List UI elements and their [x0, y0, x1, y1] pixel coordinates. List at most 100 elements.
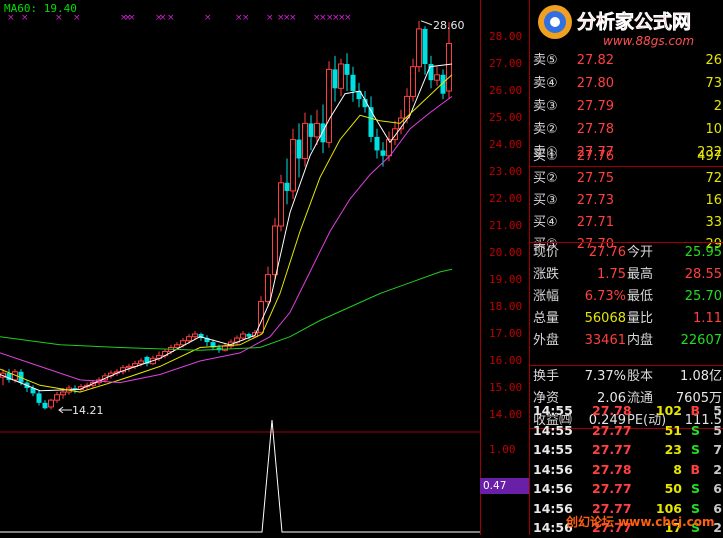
candle — [48, 398, 54, 410]
quote-row: 外盘 33461 内盘 22607 — [530, 327, 723, 354]
candle — [416, 20, 422, 73]
price-tick: 15.00 — [489, 381, 523, 394]
candle — [368, 96, 374, 143]
candle — [278, 174, 284, 232]
price-tick: 14.00 — [489, 408, 523, 421]
tick-count: 2 — [713, 461, 722, 477]
kline-chart[interactable]: 28.6014.21 — [0, 0, 480, 535]
tick-time: 14:55 — [533, 442, 573, 457]
quote-panel: 卖⑤ 27.82 26 卖④ 27.80 73 卖③ 27.79 2 卖② 27.78 10 卖① 27.… — [529, 0, 723, 535]
candlesticks — [0, 20, 452, 410]
candle — [344, 53, 350, 91]
svg-text:分析家公式网: 分析家公式网 — [577, 10, 691, 33]
candle — [284, 158, 290, 205]
candle — [422, 26, 428, 75]
candle — [362, 91, 368, 113]
signal-marker: × — [344, 13, 352, 23]
candle — [446, 22, 452, 100]
tick-side: B — [690, 403, 700, 418]
price-tick: 28.00 — [489, 30, 523, 43]
candle — [356, 82, 362, 108]
candle — [434, 66, 440, 86]
price-tick: 16.00 — [489, 354, 523, 367]
svg-text:www.88gs.com: www.88gs.com — [603, 34, 694, 48]
tick-time: 14:55 — [533, 403, 573, 418]
tick-side: S — [690, 442, 700, 457]
signal-marker: × — [55, 13, 63, 23]
candle — [144, 355, 150, 367]
volume-tick: 1.00 — [489, 443, 516, 456]
tick-time: 14:55 — [533, 422, 573, 438]
candle — [36, 390, 42, 406]
price-tick: 20.00 — [489, 246, 523, 259]
tick-price: 27.77 — [592, 442, 632, 457]
signal-marker: × — [128, 13, 136, 23]
watermark: 创幻论坛 www.chcj.com — [565, 514, 715, 529]
tick-price: 27.78 — [592, 461, 632, 477]
candle — [308, 115, 314, 151]
signal-marker: × — [242, 13, 250, 23]
tick-count: 6 — [713, 481, 722, 496]
price-tick: 22.00 — [489, 192, 523, 205]
price-tick: 23.00 — [489, 165, 523, 178]
ma5-line — [0, 63, 453, 392]
tick-count: 7 — [713, 442, 722, 457]
volume-indicator — [0, 419, 480, 533]
tick-time: 14:56 — [533, 481, 573, 496]
low-price-label: 14.21 — [72, 404, 104, 417]
candle — [326, 61, 332, 148]
label: 内盘 — [627, 333, 654, 348]
candle — [302, 112, 308, 167]
candle — [290, 128, 296, 199]
candle — [204, 335, 210, 347]
price-tick: 24.00 — [489, 138, 523, 151]
tick-volume: 50 — [664, 481, 682, 496]
signal-marker: × — [289, 13, 297, 23]
price-tick: 27.00 — [489, 57, 523, 70]
candle — [374, 128, 380, 159]
volume-current-value: 0.47 — [480, 478, 529, 494]
value: 33461 — [584, 333, 626, 348]
candle — [410, 58, 416, 102]
price-tick: 21.00 — [489, 219, 523, 232]
signal-marker: × — [167, 13, 175, 23]
volume-line — [0, 419, 480, 533]
candle — [350, 66, 356, 102]
tick-row: 14:55 27.77 23 S 7 — [530, 440, 723, 460]
svg-text:创幻论坛 www.chcj.com: 创幻论坛 www.chcj.com — [565, 514, 715, 529]
tick-count: 5 — [713, 403, 722, 418]
tick-volume: 8 — [673, 461, 682, 477]
moving-average-lines — [0, 63, 453, 393]
ma20-line — [0, 95, 453, 384]
tick-row: 14:56 27.77 50 S 6 — [530, 479, 723, 499]
candle — [296, 123, 302, 178]
tick-price: 27.77 — [592, 481, 632, 496]
price-tick: 25.00 — [489, 111, 523, 124]
tick-row: 14:55 27.78 102 B 5 — [530, 401, 723, 421]
candle — [6, 369, 12, 383]
tick-volume: 51 — [664, 422, 682, 438]
candle — [54, 392, 60, 403]
tick-row: 14:56 27.78 8 B 2 — [530, 460, 723, 480]
tick-side: B — [690, 461, 700, 477]
ma10-line — [0, 74, 453, 393]
tick-side: S — [690, 422, 700, 438]
tick-volume: 23 — [664, 442, 682, 457]
signal-marker: × — [73, 13, 81, 23]
label: 外盘 — [533, 333, 560, 348]
price-tick: 19.00 — [489, 273, 523, 286]
candle — [234, 335, 240, 345]
signal-marker: × — [159, 13, 167, 23]
price-annotations: 28.6014.21 — [58, 19, 465, 417]
candle — [338, 58, 344, 97]
tick-row: 14:55 27.77 51 S 5 — [530, 421, 723, 441]
signal-markers: × × × × × × × × × × × × × × × × × × × × × × × — [0, 13, 480, 23]
price-tick: 18.00 — [489, 300, 523, 313]
tick-volume: 102 — [655, 403, 682, 418]
signal-marker: × — [204, 13, 212, 23]
value: 22607 — [680, 333, 722, 348]
candle — [332, 55, 338, 102]
price-tick: 17.00 — [489, 327, 523, 340]
price-axis: 28.00 27.00 26.00 25.00 24.00 23.00 22.00 21.00… — [480, 0, 530, 535]
tick-price: 27.78 — [592, 403, 632, 418]
